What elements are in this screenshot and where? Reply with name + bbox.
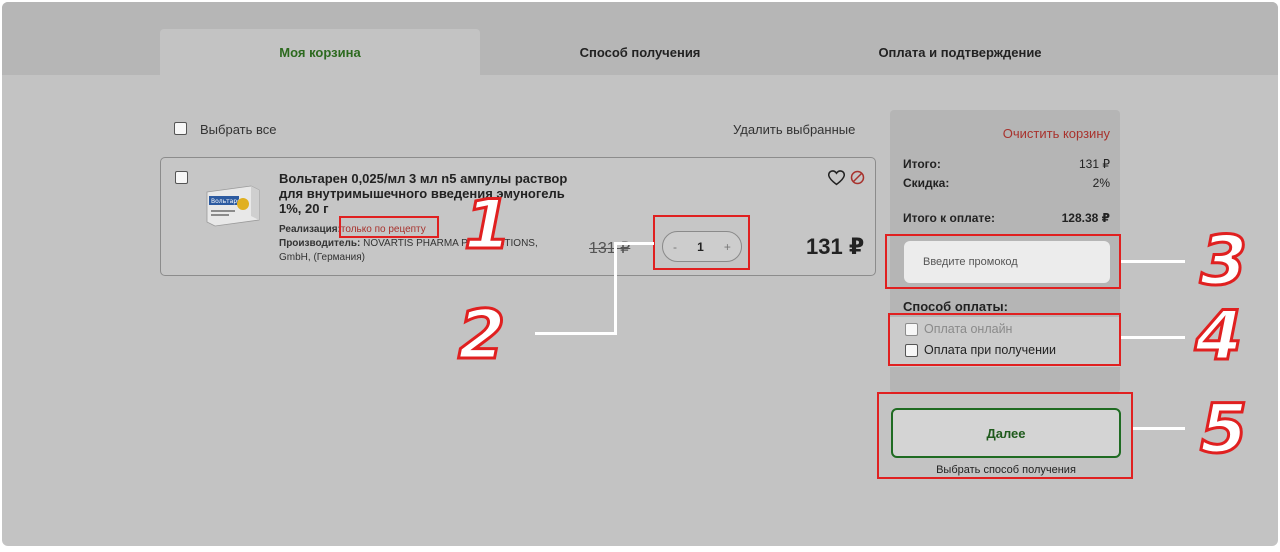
payment-method-label: Способ оплаты:	[903, 299, 1008, 314]
old-price: 131 ₽	[589, 240, 631, 257]
select-all-checkbox[interactable]	[174, 122, 187, 135]
clear-cart-link[interactable]: Очистить корзину	[1003, 126, 1110, 141]
connector-line-2a	[614, 242, 654, 245]
connector-line-3	[1121, 260, 1185, 263]
tab-delivery-method[interactable]: Способ получения	[480, 29, 800, 75]
connector-line-2b	[614, 242, 617, 335]
highlight-box-1	[339, 216, 439, 238]
delete-selected-link[interactable]: Удалить выбранные	[733, 122, 855, 137]
highlight-box-4	[888, 313, 1121, 366]
tab-my-cart[interactable]: Моя корзина	[160, 29, 480, 75]
manufacturer-label: Производитель:	[279, 238, 361, 249]
connector-line-2c	[535, 332, 617, 335]
cart-item-card: Вольтарен Вольтарен 0,025/мл 3 мл n5 амп…	[160, 157, 876, 276]
to-pay-value: 128.38 ₽	[1061, 211, 1110, 225]
callout-number-5: 5	[1198, 390, 1248, 469]
total-label: Итого:	[903, 157, 941, 171]
heart-icon[interactable]	[828, 170, 845, 186]
sale-label: Реализация:	[279, 224, 341, 235]
product-image: Вольтарен	[206, 185, 260, 227]
discount-value: 2%	[1092, 176, 1110, 190]
callout-number-4: 4	[1193, 297, 1243, 376]
item-price: 131 ₽	[806, 234, 865, 259]
product-title[interactable]: Вольтарен 0,025/мл 3 мл n5 ампулы раство…	[279, 171, 579, 216]
callout-number-2: 2	[456, 296, 506, 375]
remove-icon[interactable]	[850, 170, 865, 185]
tab-payment-confirmation[interactable]: Оплата и подтверждение	[800, 29, 1120, 75]
total-value: 131 ₽	[1079, 157, 1110, 171]
callout-number-3: 3	[1198, 222, 1248, 301]
to-pay-label: Итого к оплате:	[903, 211, 995, 225]
connector-line-5	[1133, 427, 1185, 430]
highlight-box-2	[653, 215, 750, 270]
app-frame: Моя корзина Способ получения Оплата и по…	[2, 2, 1278, 546]
callout-number-1: 1	[462, 186, 512, 265]
discount-label: Скидка:	[903, 176, 950, 190]
select-all-label: Выбрать все	[200, 122, 277, 137]
checkout-tabs: Моя корзина Способ получения Оплата и по…	[2, 2, 1278, 75]
highlight-box-5	[877, 392, 1133, 479]
highlight-box-3	[885, 234, 1121, 289]
connector-line-4	[1121, 336, 1185, 339]
item-select-checkbox[interactable]	[175, 171, 188, 184]
